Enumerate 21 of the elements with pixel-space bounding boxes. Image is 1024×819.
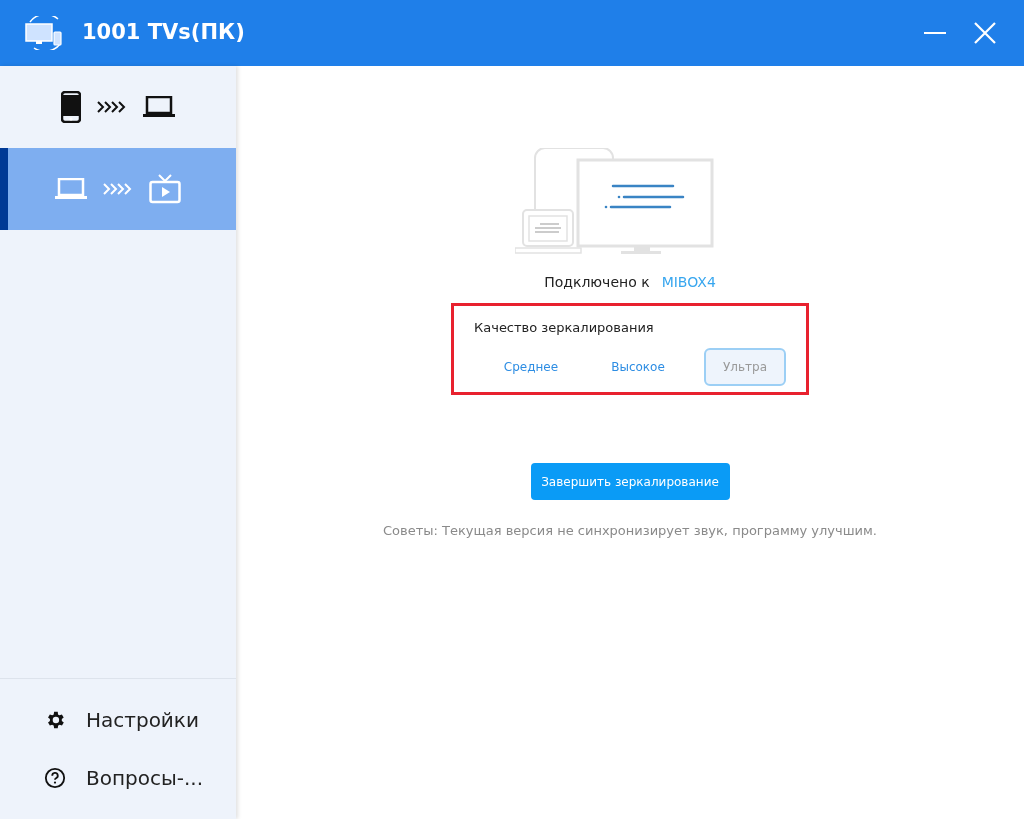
quality-option[interactable]: Ультра — [704, 347, 786, 386]
menu-item[interactable]: Вопросы-... — [0, 749, 236, 807]
laptop-icon — [55, 178, 87, 200]
phone-icon — [61, 91, 81, 123]
window-title: 1001 TVs(ПК) — [82, 19, 245, 47]
help-icon — [44, 767, 66, 789]
quality-option[interactable]: Высокое — [597, 347, 679, 386]
quality-option[interactable]: Среднее — [490, 347, 572, 386]
chevrons-icon — [103, 183, 133, 195]
tip-text: Советы: Текущая версия не синхронизирует звук, программу улучшим. — [383, 522, 877, 540]
close-icon — [974, 22, 996, 44]
laptop-icon — [143, 96, 175, 118]
stop-mirroring-button[interactable]: Завершить зеркалирование — [530, 463, 730, 500]
minimize-icon — [924, 32, 946, 34]
menu-item[interactable]: Настройки — [0, 691, 236, 749]
chevrons-icon — [97, 101, 127, 113]
status-label: Подключено к — [544, 273, 650, 292]
tv-icon — [149, 174, 181, 204]
device-name: MIBOX4 — [661, 273, 716, 292]
quality-title: Качество зеркалирования — [474, 319, 655, 337]
mode-tab[interactable] — [0, 148, 236, 230]
